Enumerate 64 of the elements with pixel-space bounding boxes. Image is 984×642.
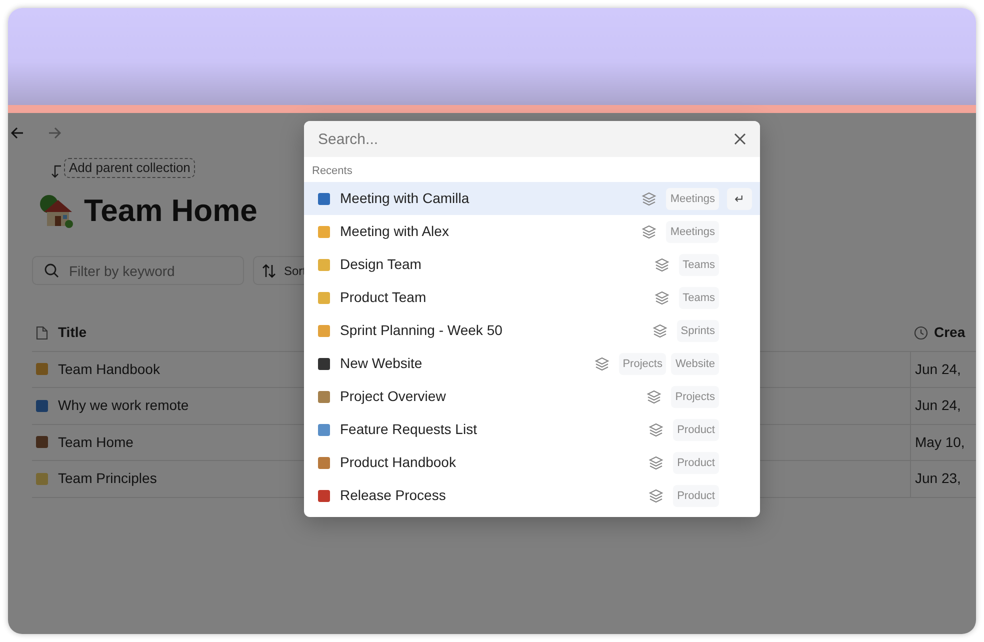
clock-icon <box>914 326 928 340</box>
collection-tag: Meetings <box>666 220 719 242</box>
layers-icon <box>648 454 664 470</box>
collection-tag: Website <box>671 352 719 374</box>
column-header: Crea <box>934 323 966 342</box>
table-cell-text: Jun 23, <box>915 469 961 488</box>
forward-arrow-icon[interactable] <box>48 126 62 140</box>
search-field[interactable]: Search... <box>304 121 720 157</box>
collection-tag: Product <box>673 484 719 506</box>
house-icon <box>38 194 74 228</box>
collection-tag: Meetings <box>666 188 719 210</box>
back-arrow-icon[interactable] <box>10 126 24 140</box>
result-item[interactable]: New Website Projects Website <box>304 347 760 380</box>
result-title: Design Team <box>340 255 422 274</box>
layers-icon <box>646 388 662 404</box>
result-title: Project Overview <box>340 387 447 406</box>
collection-tag: Teams <box>678 254 719 276</box>
page-link[interactable]: Team Home <box>58 432 134 453</box>
collection-tag: Product <box>673 452 719 474</box>
collection-tag: Product <box>673 418 719 440</box>
collection-tag: Teams <box>678 286 719 308</box>
result-item[interactable]: Project Overview Projects <box>304 380 760 413</box>
filter-field[interactable]: Filter by keyword <box>32 256 244 286</box>
result-title: Release Process <box>340 486 447 505</box>
layers-icon <box>648 422 664 438</box>
result-title: Product Handbook <box>340 453 457 472</box>
layers-icon <box>594 356 610 372</box>
result-title: New Website <box>340 354 424 373</box>
page-link[interactable]: Team Principles <box>58 468 157 490</box>
result-title: Meeting with Camilla <box>340 189 470 208</box>
table-cell-text: May 10, <box>915 432 965 452</box>
result-item[interactable]: Meeting with Camilla Meetings ↵ <box>304 182 760 215</box>
layers-icon <box>641 190 658 206</box>
collection-tag: Sprints <box>676 320 719 342</box>
result-title: Meeting with Alex <box>340 222 450 241</box>
corner-arrow-icon <box>50 164 62 178</box>
close-button[interactable] <box>720 121 760 157</box>
page-link[interactable]: Why we work remote <box>58 395 189 416</box>
collection-tag: Projects <box>671 386 719 408</box>
page-icon <box>36 326 48 340</box>
layers-icon <box>654 256 670 272</box>
result-title: Product Team <box>340 288 428 307</box>
close-icon <box>732 131 748 147</box>
collection-tag: Projects <box>618 352 666 374</box>
layers-icon <box>654 290 670 306</box>
enter-key-hint: ↵ <box>727 188 752 210</box>
result-item[interactable]: Feature Requests List Product <box>304 413 760 446</box>
section-label: Recents <box>311 164 354 179</box>
sort-icon <box>262 264 276 278</box>
table-cell-text: Jun 24, <box>915 396 961 416</box>
add-parent-button[interactable]: Add parent collection <box>64 158 196 178</box>
layers-icon <box>652 322 668 338</box>
result-item[interactable]: Sprint Planning - Week 50 Sprints <box>304 314 760 347</box>
page-link[interactable]: Team Handbook <box>58 358 160 380</box>
result-item[interactable]: Release Process Product <box>304 479 760 512</box>
layers-icon <box>648 488 664 504</box>
result-item[interactable]: Product Handbook Product <box>304 446 760 479</box>
page-title: Team Home <box>84 192 258 230</box>
result-item[interactable]: Meeting with Alex Meetings <box>304 215 760 248</box>
result-title: Feature Requests List <box>340 420 478 439</box>
result-title: Sprint Planning - Week 50 <box>340 321 504 340</box>
layers-icon <box>641 224 658 240</box>
table-cell-text: Jun 24, <box>915 360 961 379</box>
column-header: Title <box>58 323 87 342</box>
